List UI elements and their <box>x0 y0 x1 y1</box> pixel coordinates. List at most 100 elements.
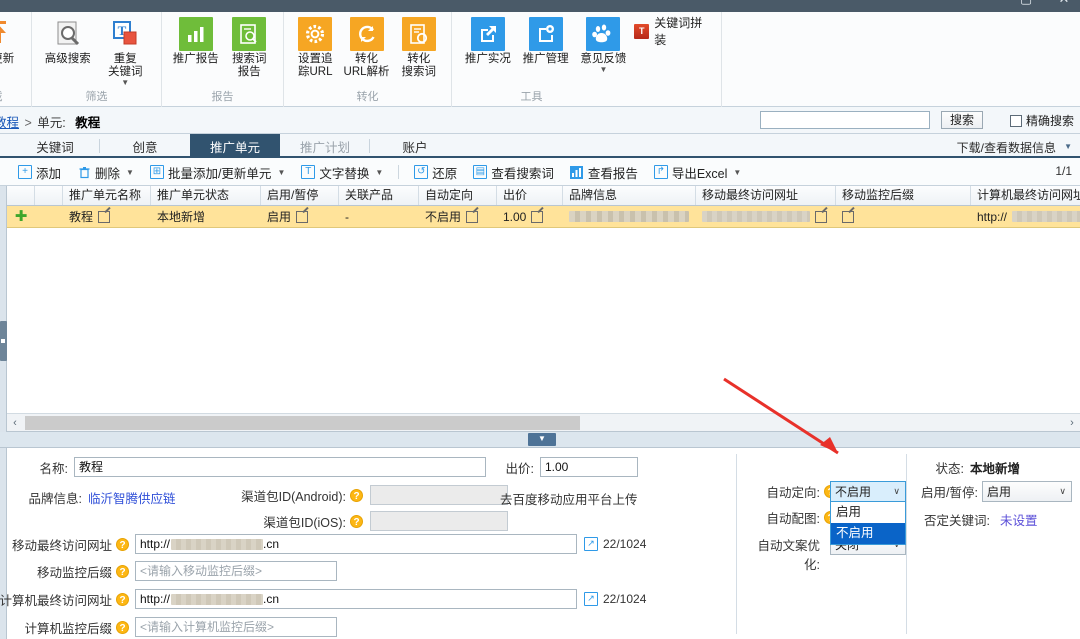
collapse-detail-button[interactable]: ▼ <box>528 433 556 446</box>
duplicate-keyword-button[interactable]: T 重复 关键词 ▼ <box>97 17 155 87</box>
advanced-search-button[interactable]: 高级搜索 <box>39 17 97 66</box>
auto-targeting-dropdown[interactable]: 启用 不启用 <box>830 502 906 545</box>
set-tracking-url-button[interactable]: 设置追 踪URL <box>291 17 340 79</box>
download-data-info-link[interactable]: 下载/查看数据信息 <box>957 139 1056 156</box>
brand-info-value[interactable]: 临沂智腾供应链 <box>88 488 176 507</box>
col-auto-targeting[interactable]: 自动定向 <box>419 186 497 205</box>
view-search-term-button[interactable]: ▤ 查看搜索词 <box>465 158 562 186</box>
tab-keyword[interactable]: 关键词 <box>10 134 100 158</box>
search-term-report-button[interactable]: 搜索词 报告 <box>223 17 277 79</box>
channel-ios-input[interactable] <box>370 511 508 531</box>
promotion-live-button[interactable]: 推广实况 <box>459 17 517 66</box>
feedback-button[interactable]: 意见反馈 ▼ <box>575 17 633 74</box>
col-pc-final-url[interactable]: 计算机最终访问网址 <box>971 186 1080 205</box>
text-replace-button[interactable]: T 文字替换 ▼ <box>293 158 391 186</box>
table-row[interactable]: ✚ 教程 本地新增 启用 - 不启用 1.00 http:// <box>7 206 1080 228</box>
help-icon[interactable]: ? <box>350 488 363 502</box>
minimize-button[interactable]: — <box>978 0 998 6</box>
col-add[interactable] <box>35 186 63 205</box>
tab-promotion-plan[interactable]: 推广计划 <box>280 134 370 158</box>
auto-targeting-select[interactable]: 不启用 ∨ <box>830 481 906 502</box>
chevron-down-icon[interactable]: ∨ <box>893 486 900 497</box>
conversion-url-parse-button[interactable]: 转化 URL解析 <box>340 17 394 79</box>
breadcrumb-root[interactable]: 教程 <box>0 116 19 130</box>
edit-pencil-icon[interactable] <box>98 210 111 223</box>
maximize-button[interactable]: ▢ <box>1016 0 1036 6</box>
grid-horizontal-scrollbar[interactable]: ‹ › <box>7 413 1080 431</box>
enable-pause-select[interactable]: 启用 ∨ <box>982 481 1072 502</box>
cell-mobile-final-url[interactable] <box>696 206 836 228</box>
left-panel-handle[interactable] <box>0 321 7 361</box>
scroll-left-arrow[interactable]: ‹ <box>7 417 23 429</box>
edit-pencil-icon[interactable] <box>815 210 827 223</box>
edit-pencil-icon[interactable] <box>466 210 479 223</box>
exact-search-wrapper[interactable]: 精确搜索 <box>1009 112 1074 129</box>
cell-pc-final-url[interactable]: http:// <box>971 206 1080 228</box>
view-report-button[interactable]: 查看报告 <box>562 158 646 186</box>
keyword-assemble-button[interactable]: T 关键词拼装 <box>632 16 714 47</box>
mobile-url-input[interactable]: http:// .cn <box>135 534 577 554</box>
help-icon[interactable]: ? <box>116 620 129 634</box>
chevron-down-icon[interactable]: ▼ <box>1064 142 1072 151</box>
baidu-upload-text[interactable]: 去百度移动应用平台上传 <box>500 489 638 508</box>
chevron-down-icon[interactable]: ▼ <box>126 168 134 177</box>
edit-pencil-icon[interactable] <box>842 210 854 223</box>
dropdown-option-enable[interactable]: 启用 <box>831 502 905 523</box>
cell-bid[interactable]: 1.00 <box>497 206 563 228</box>
row-add-icon[interactable]: ✚ <box>15 209 28 224</box>
tab-creative[interactable]: 创意 <box>100 134 190 158</box>
edit-pencil-icon[interactable] <box>296 210 309 223</box>
delete-button[interactable]: 删除 ▼ <box>69 158 142 186</box>
chevron-down-icon[interactable]: ∨ <box>1059 486 1066 497</box>
upload-update-button[interactable]: 传更新 <box>0 17 24 66</box>
col-mobile-final-url[interactable]: 移动最终访问网址 <box>696 186 836 205</box>
cell-unit-name[interactable]: 教程 <box>63 206 151 228</box>
col-unit-name[interactable]: 推广单元名称 <box>63 186 151 205</box>
pc-url-input[interactable]: http:// .cn <box>135 589 577 609</box>
col-selector[interactable] <box>7 186 35 205</box>
tab-account[interactable]: 账户 <box>370 134 460 158</box>
add-button[interactable]: + 添加 <box>10 158 69 186</box>
restore-button[interactable]: ↺ 还原 <box>406 158 465 186</box>
col-mobile-track-suffix[interactable]: 移动监控后缀 <box>836 186 971 205</box>
col-unit-status[interactable]: 推广单元状态 <box>151 186 261 205</box>
negative-keyword-value[interactable]: 未设置 <box>1000 510 1038 529</box>
name-input[interactable]: 教程 <box>74 457 486 477</box>
pc-suffix-input[interactable]: <请输入计算机监控后缀> <box>135 617 337 637</box>
chevron-down-icon[interactable]: ▼ <box>277 168 285 177</box>
search-input[interactable] <box>760 111 930 129</box>
conversion-search-term-button[interactable]: 转化 搜索词 <box>394 17 444 79</box>
promotion-report-button[interactable]: 推广报告 <box>169 17 223 66</box>
open-external-link-icon[interactable]: ↗ <box>584 592 598 606</box>
help-icon[interactable]: ? <box>116 592 129 606</box>
scroll-track[interactable] <box>23 415 1064 431</box>
cell-auto-targeting[interactable]: 不启用 <box>419 206 497 228</box>
channel-android-input[interactable] <box>370 485 508 505</box>
scroll-thumb[interactable] <box>25 415 580 430</box>
edit-pencil-icon[interactable] <box>531 210 544 223</box>
search-button[interactable]: 搜索 <box>941 111 983 129</box>
scroll-right-arrow[interactable]: › <box>1064 417 1080 429</box>
cell-enable-pause[interactable]: 启用 <box>261 206 339 228</box>
cell-mobile-track-suffix[interactable] <box>836 206 971 228</box>
help-icon[interactable]: ? <box>116 564 129 578</box>
help-icon[interactable]: ? <box>116 537 129 551</box>
dropdown-option-disable[interactable]: 不启用 <box>831 523 905 544</box>
bid-input[interactable]: 1.00 <box>540 457 638 477</box>
chevron-down-icon[interactable]: ▼ <box>121 79 129 87</box>
chevron-down-icon[interactable]: ▼ <box>733 168 741 177</box>
tab-promotion-unit[interactable]: 推广单元 <box>190 134 280 158</box>
export-excel-button[interactable]: ↱ 导出Excel ▼ <box>646 158 750 186</box>
promotion-manage-button[interactable]: 推广管理 <box>517 17 575 66</box>
chevron-down-icon[interactable]: ▼ <box>599 66 607 74</box>
help-icon[interactable]: ? <box>350 514 363 528</box>
open-external-link-icon[interactable]: ↗ <box>584 537 598 551</box>
col-related-product[interactable]: 关联产品 <box>339 186 419 205</box>
col-bid[interactable]: 出价 <box>497 186 563 205</box>
left-collapse-rail[interactable] <box>0 186 7 432</box>
chevron-down-icon[interactable]: ▼ <box>375 168 383 177</box>
col-enable-pause[interactable]: 启用/暂停 <box>261 186 339 205</box>
col-brand-info[interactable]: 品牌信息 <box>563 186 696 205</box>
batch-add-update-button[interactable]: ⊞ 批量添加/更新单元 ▼ <box>142 158 293 186</box>
exact-search-checkbox[interactable] <box>1009 114 1022 127</box>
